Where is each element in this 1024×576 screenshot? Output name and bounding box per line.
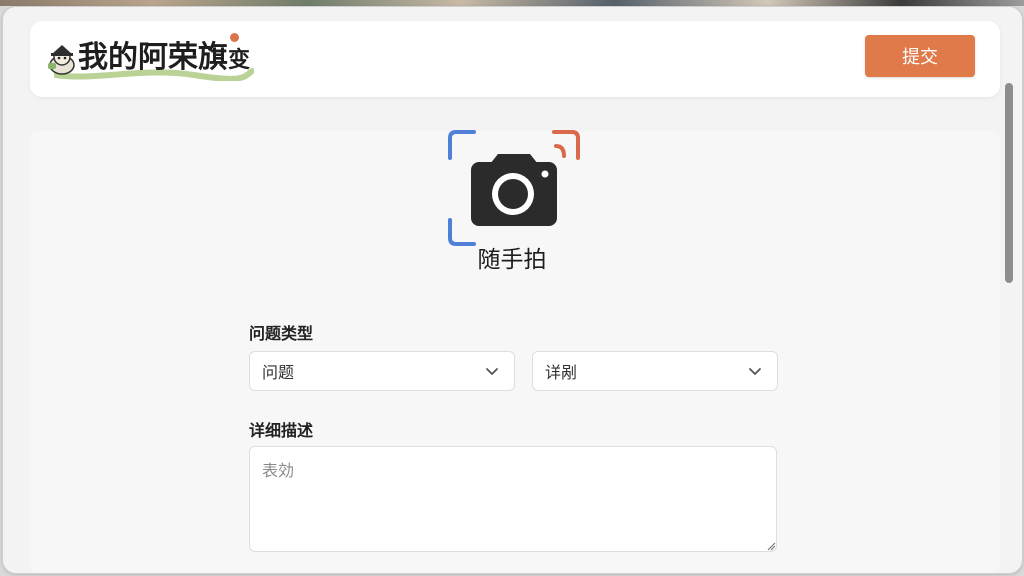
submit-button[interactable]: 提交 — [865, 35, 975, 77]
photo-capture-label: 随手拍 — [477, 247, 547, 273]
header-bar: 我的阿荣旗变 提交 — [30, 21, 1000, 97]
problem-type-label: 问题类型 — [249, 324, 314, 343]
description-textarea[interactable] — [249, 446, 777, 552]
chevron-down-icon — [749, 368, 761, 375]
chevron-down-icon — [486, 368, 498, 375]
logo-dot-decoration — [230, 33, 239, 42]
problem-type-select[interactable]: 问题 — [249, 351, 515, 391]
problem-detail-select[interactable]: 详剐 — [532, 351, 778, 391]
resize-grip-icon[interactable] — [766, 541, 776, 551]
problem-type-value: 问题 — [262, 363, 295, 382]
mascot-icon — [48, 45, 75, 75]
problem-detail-value: 详剐 — [545, 363, 578, 382]
logo-text: 我的阿荣旗变 — [78, 40, 251, 75]
description-label: 详细描述 — [249, 421, 314, 440]
app-logo: 我的阿荣旗变 — [44, 33, 284, 83]
scrollbar-thumb[interactable] — [1005, 83, 1013, 283]
